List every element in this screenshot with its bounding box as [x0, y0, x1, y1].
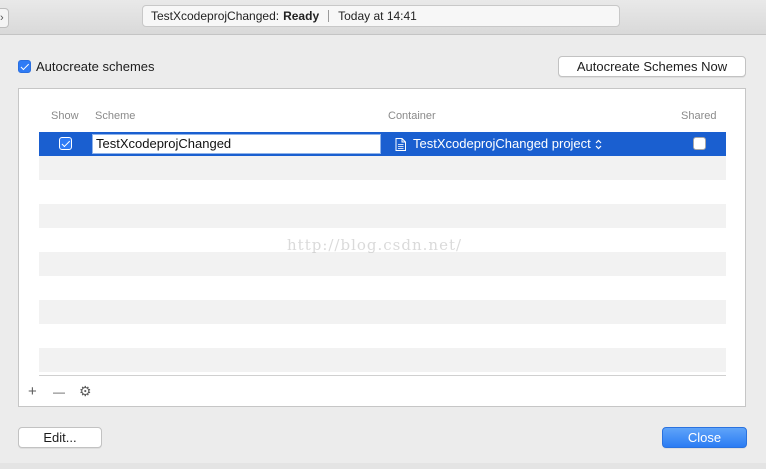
window-bottom-edge — [0, 463, 766, 469]
container-label: TestXcodeprojChanged project — [413, 136, 591, 151]
table-row — [39, 252, 726, 276]
activity-view: TestXcodeprojChanged: Ready Today at 14:… — [142, 5, 620, 27]
column-header-scheme[interactable]: Scheme — [95, 110, 135, 122]
table-row — [39, 300, 726, 324]
activity-status: Ready — [283, 9, 320, 23]
activity-separator — [328, 10, 330, 22]
table-row[interactable]: TestXcodeprojChanged TestXcodeprojChange… — [39, 132, 726, 156]
gear-icon[interactable]: ⚙ — [79, 384, 92, 399]
table-row — [39, 180, 726, 204]
add-scheme-button[interactable]: + — [28, 384, 37, 399]
column-header-shared[interactable]: Shared — [681, 110, 716, 122]
table-row — [39, 276, 726, 300]
chevron-updown-icon — [595, 139, 602, 149]
show-checkbox[interactable] — [59, 137, 72, 150]
autocreate-schemes-label: Autocreate schemes — [36, 59, 155, 74]
table-row — [39, 156, 726, 180]
column-header-show[interactable]: Show — [51, 110, 79, 122]
scheme-table-panel: Show Scheme Container Shared TestXcodepr… — [18, 88, 746, 407]
container-popup[interactable]: TestXcodeprojChanged project — [395, 132, 602, 156]
edit-button[interactable]: Edit... — [18, 427, 102, 448]
activity-timestamp: Today at 14:41 — [338, 9, 417, 23]
sidebar-toggle-edge[interactable]: › — [0, 8, 9, 28]
autocreate-schemes-now-button[interactable]: Autocreate Schemes Now — [558, 56, 746, 77]
table-divider — [39, 375, 726, 376]
remove-scheme-button[interactable]: — — [53, 385, 65, 400]
scheme-name-field[interactable]: TestXcodeprojChanged — [92, 134, 381, 154]
activity-project-name: TestXcodeprojChanged: — [151, 9, 280, 23]
column-header-container[interactable]: Container — [388, 110, 436, 122]
shared-checkbox[interactable] — [693, 137, 706, 150]
table-row — [39, 324, 726, 348]
table-row — [39, 204, 726, 228]
close-button[interactable]: Close — [662, 427, 747, 448]
window-toolbar: › TestXcodeprojChanged: Ready Today at 1… — [0, 0, 766, 35]
document-icon — [395, 137, 406, 151]
autocreate-schemes-checkbox[interactable] — [18, 60, 31, 73]
table-row — [39, 228, 726, 252]
table-row — [39, 348, 726, 372]
scheme-list: TestXcodeprojChanged TestXcodeprojChange… — [39, 132, 726, 372]
